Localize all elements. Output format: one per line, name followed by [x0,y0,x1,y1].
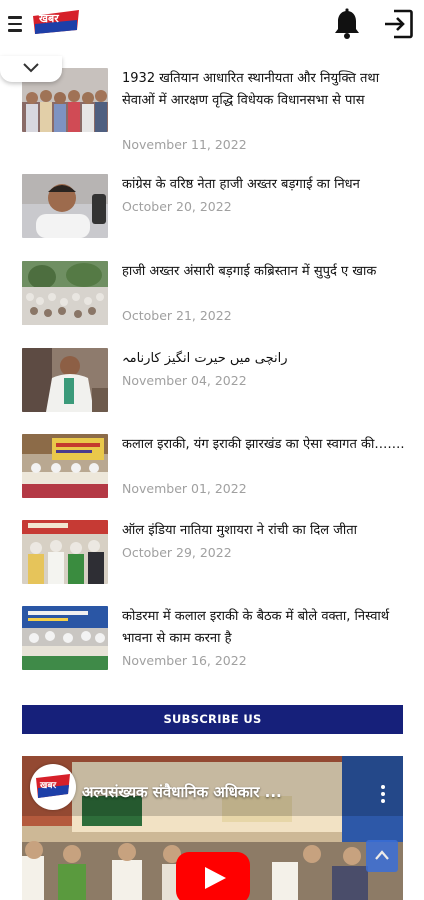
video-title[interactable]: अल्पसंख्यक संवैधानिक अधिकार ... [82,782,282,802]
chevron-down-icon [23,63,39,73]
top-bar: खबर [0,0,424,50]
video-embed[interactable]: खबर अल्पसंख्यक संवैधानिक अधिकार ... [22,756,403,900]
channel-avatar[interactable]: खबर [30,764,76,810]
news-title[interactable]: हाजी अख्तर अंसारी बड़गाई कब्रिस्तान में … [122,261,406,283]
subscribe-button[interactable]: SUBSCRIBE US [22,705,403,734]
news-title[interactable]: ऑल इंडिया नातिया मुशायरा ने रांची का दिल… [122,520,406,542]
news-title[interactable]: رانچی میں حیرت انگیز کارنامہ [122,348,406,370]
channel-logo-text: खबर [40,781,57,791]
menu-icon[interactable] [8,16,22,32]
news-date: October 20, 2022 [122,199,232,214]
collapse-toggle[interactable] [0,56,62,82]
news-thumbnail[interactable] [22,348,108,412]
exit-icon[interactable] [382,8,414,40]
news-title[interactable]: कलाल इराकी, यंग इराकी झारखंड का ऐसा स्वा… [122,434,406,456]
play-button-icon[interactable] [176,852,250,900]
news-thumbnail[interactable] [22,174,108,238]
news-title[interactable]: कोडरमा में कलाल इराकी के बैठक में बोले व… [122,606,406,650]
news-title[interactable]: कांग्रेस के वरिष्ठ नेता हाजी अख्तर बड़गा… [122,174,406,196]
news-date: October 21, 2022 [122,308,232,323]
logo-text: खबर [39,12,59,25]
site-logo[interactable]: खबर [31,10,81,36]
news-date: November 11, 2022 [122,137,247,152]
news-date: November 16, 2022 [122,653,247,668]
more-options-icon[interactable] [379,784,387,804]
news-thumbnail[interactable] [22,261,108,325]
news-thumbnail[interactable] [22,434,108,498]
news-thumbnail[interactable] [22,520,108,584]
news-title[interactable]: 1932 खतियान आधारित स्थानीयता और नियुक्ति… [122,68,406,112]
news-thumbnail[interactable] [22,606,108,670]
news-date: October 29, 2022 [122,545,232,560]
chevron-up-icon [375,850,389,860]
news-date: November 04, 2022 [122,373,247,388]
bell-icon[interactable] [332,8,362,40]
scroll-to-top-button[interactable] [366,840,398,872]
news-date: November 01, 2022 [122,481,247,496]
